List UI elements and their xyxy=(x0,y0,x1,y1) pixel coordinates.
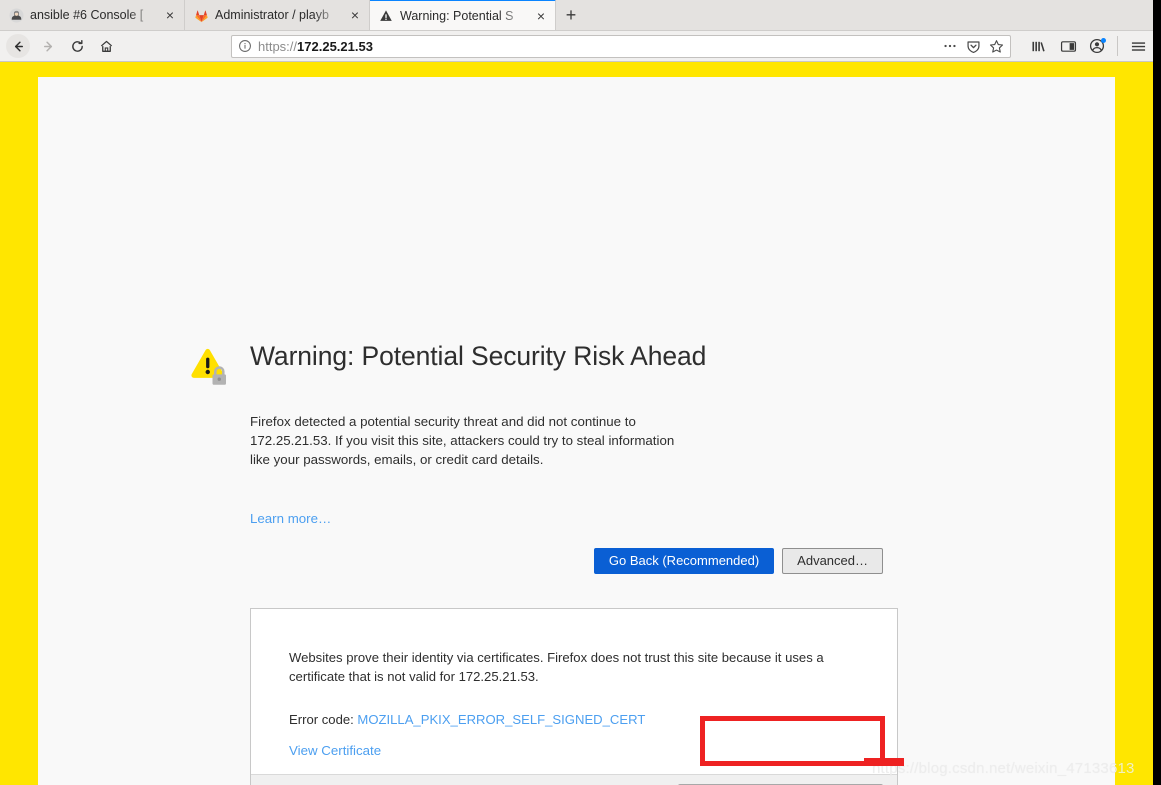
pocket-shield-icon[interactable] xyxy=(966,39,981,54)
advanced-panel-footer: Go Back (Recommended) Accept the Risk an… xyxy=(251,773,897,785)
ellipsis-icon[interactable] xyxy=(942,39,958,53)
sidebar-panel-icon[interactable] xyxy=(1060,39,1077,54)
tab-ansible-console[interactable]: ansible #6 Console [ × xyxy=(0,0,185,30)
error-header: Warning: Potential Security Risk Ahead xyxy=(38,77,1115,395)
tab-label: Administrator / playb xyxy=(215,8,329,22)
library-books-icon[interactable] xyxy=(1031,39,1048,54)
account-avatar-icon[interactable] xyxy=(1089,38,1106,54)
close-icon[interactable]: × xyxy=(347,7,363,23)
new-tab-button[interactable]: + xyxy=(556,0,586,30)
error-code-value: MOZILLA_PKIX_ERROR_SELF_SIGNED_CERT xyxy=(357,711,646,727)
tab-strip: ansible #6 Console [ × Administrator / p… xyxy=(0,0,1153,31)
watermark-text-tail: 13 xyxy=(1117,760,1135,777)
url-text[interactable]: https://172.25.21.53 xyxy=(258,39,936,54)
toolbar-divider xyxy=(1117,36,1118,56)
cert-explanation: Websites prove their identity via certif… xyxy=(289,650,824,684)
toolbar-right-actions xyxy=(1021,36,1147,56)
navigation-toolbar: https://172.25.21.53 xyxy=(0,31,1153,62)
url-host: 172.25.21.53 xyxy=(297,38,373,54)
gitlab-fox-icon xyxy=(193,7,209,23)
error-description: Firefox detected a potential security th… xyxy=(250,414,675,467)
address-bar-actions xyxy=(942,39,1004,54)
close-icon[interactable]: × xyxy=(162,7,178,23)
info-circle-icon[interactable] xyxy=(238,39,252,53)
advanced-button[interactable]: Advanced… xyxy=(782,547,883,574)
close-icon[interactable]: × xyxy=(533,8,549,24)
neterror-page: Warning: Potential Security Risk Ahead F… xyxy=(38,77,1115,574)
watermark-text: https://blog.csdn.net/weixin_471336 xyxy=(872,760,1118,777)
error-code-label: Error code: xyxy=(289,711,358,727)
account-notification-dot xyxy=(1101,38,1106,43)
page-viewport: Warning: Potential Security Risk Ahead F… xyxy=(38,77,1115,785)
tab-label: Warning: Potential S xyxy=(400,8,514,23)
warning-triangle-icon xyxy=(378,8,394,24)
star-icon[interactable] xyxy=(989,39,1004,54)
watermark: https://blog.csdn.net/weixin_47133613 xyxy=(872,760,1135,777)
go-back-button[interactable]: Go Back (Recommended) xyxy=(593,547,775,574)
error-button-row: Go Back (Recommended) Advanced… xyxy=(38,528,1115,574)
tab-gitlab-playbook[interactable]: Administrator / playb × xyxy=(185,0,370,30)
back-arrow-icon[interactable] xyxy=(6,34,30,58)
hamburger-menu-icon[interactable] xyxy=(1130,39,1147,54)
screen: █ Co in s ansible #6 Console [ × xyxy=(0,0,1161,785)
view-certificate-link[interactable]: View Certificate xyxy=(289,743,381,758)
annotation-underline-mark xyxy=(864,758,904,766)
window-highlight-frame: Warning: Potential Security Risk Ahead F… xyxy=(0,62,1153,785)
jenkins-user-icon xyxy=(8,7,24,23)
advanced-panel-body: Websites prove their identity via certif… xyxy=(251,609,897,774)
reload-icon[interactable] xyxy=(63,34,92,59)
page-title: Warning: Potential Security Risk Ahead xyxy=(250,341,707,371)
warning-triangle-lock-icon xyxy=(188,346,232,395)
address-bar[interactable]: https://172.25.21.53 xyxy=(231,34,1011,58)
forward-arrow-icon[interactable] xyxy=(34,34,63,59)
url-scheme: https:// xyxy=(258,38,298,54)
tab-warning-security-risk[interactable]: Warning: Potential S × xyxy=(370,0,556,30)
error-code-row: Error code: MOZILLA_PKIX_ERROR_SELF_SIGN… xyxy=(289,712,859,727)
tab-label: ansible #6 Console [ xyxy=(30,8,144,22)
home-icon[interactable] xyxy=(92,34,121,59)
advanced-cert-panel: Websites prove their identity via certif… xyxy=(250,608,898,785)
error-body: Firefox detected a potential security th… xyxy=(38,413,686,528)
firefox-window: ansible #6 Console [ × Administrator / p… xyxy=(0,0,1153,785)
learn-more-link[interactable]: Learn more… xyxy=(250,511,331,526)
